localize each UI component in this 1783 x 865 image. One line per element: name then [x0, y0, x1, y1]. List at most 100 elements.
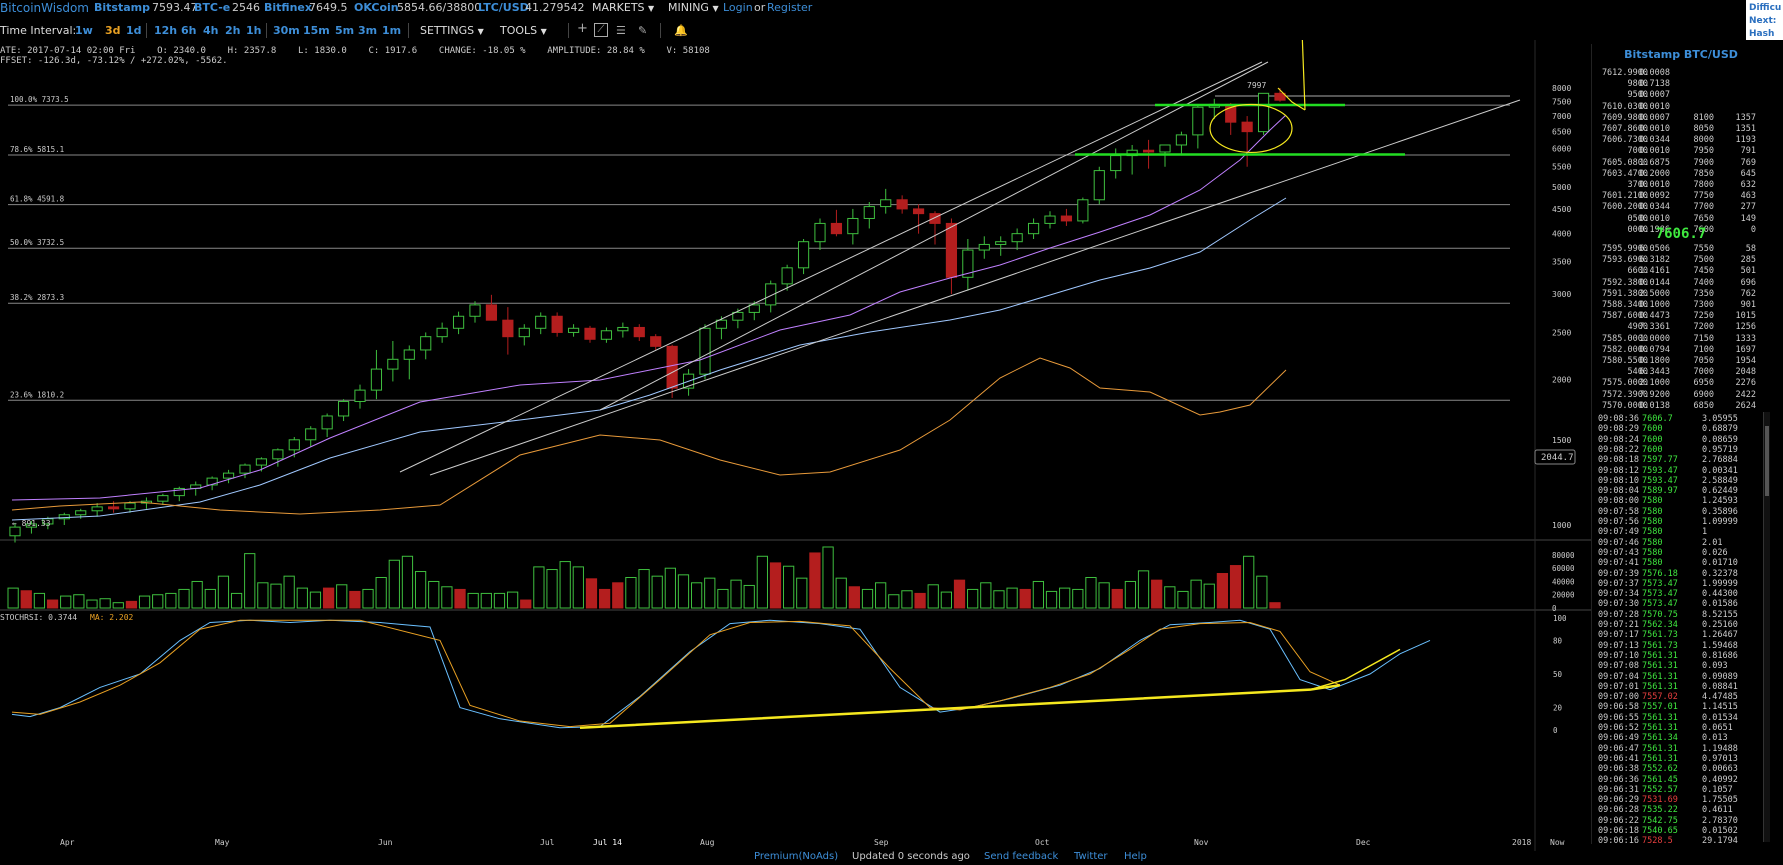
volume-bar [441, 586, 453, 609]
volume-bar [822, 546, 834, 609]
volume-bar [677, 574, 690, 609]
bid-row-cell: 7450 [1693, 266, 1714, 277]
interval-1h[interactable]: 1h [246, 24, 262, 37]
price-chart[interactable]: 1000150020002500300035004000450050005500… [0, 40, 1591, 851]
ask-row-cell: 7850 [1693, 168, 1714, 179]
bid-row-cell: 7300 [1693, 300, 1714, 310]
volume-bar [46, 599, 59, 609]
interval-6h[interactable]: 6h [181, 24, 197, 37]
trade-row-cell: 0.01710 [1702, 558, 1738, 569]
interval-1w[interactable]: 1w [75, 24, 93, 37]
ticker-ltcusd-name[interactable]: LTC/USD [478, 1, 529, 14]
volume-bar [743, 584, 755, 609]
interval-1d[interactable]: 1d [126, 24, 142, 37]
login-link[interactable]: Login [723, 1, 753, 14]
updated-text: Updated 0 seconds ago [852, 851, 970, 862]
stochrsi-tick-label: 100 [1553, 614, 1567, 623]
trade-scrollbar[interactable] [1763, 412, 1770, 842]
ticker-okcoin-name[interactable]: OKCoin [354, 1, 399, 14]
x-axis-label: Jul 14 [593, 838, 622, 847]
site-logo[interactable]: BitcoinWisdom [0, 1, 89, 15]
tools-menu[interactable]: TOOLS ▼ [500, 24, 547, 37]
candle-up [1093, 170, 1105, 201]
bid-row-cell: 2624 [1735, 400, 1756, 411]
ask-row-cell: 7750 [1693, 191, 1714, 202]
ticker-bitfinex-name[interactable]: Bitfinex [264, 1, 312, 14]
interval-2h[interactable]: 2h [225, 24, 241, 37]
y-tick-label: 7500 [1552, 98, 1571, 107]
crosshair-tool-icon[interactable]: + [577, 21, 588, 36]
trade-row-cell: 7561.34 [1642, 733, 1678, 744]
volume-bar [1164, 586, 1176, 609]
interval-15m[interactable]: 15m [303, 24, 330, 37]
brush-tool-icon[interactable]: ✎ [638, 24, 647, 37]
ask-row-cell: 1351 [1735, 124, 1756, 134]
interval-4h[interactable]: 4h [203, 24, 219, 37]
interval-3d[interactable]: 3d [105, 24, 121, 37]
trendline-tool-icon[interactable]: ⟋ [594, 23, 608, 37]
volume-bar [861, 588, 874, 609]
register-link[interactable]: Register [767, 1, 812, 14]
volume-bar [730, 579, 742, 609]
twitter-link[interactable]: Twitter [1074, 851, 1108, 862]
stochrsi-tick-label: 20 [1553, 704, 1563, 713]
interval-30m[interactable]: 30m [273, 24, 300, 37]
interval-3m[interactable]: 3m [358, 24, 377, 37]
candle-up [305, 428, 317, 441]
stochrsi-tick-label: 0 [1553, 726, 1558, 735]
bid-row-cell: 0.1800 [1639, 356, 1670, 366]
volume-bar [336, 584, 348, 609]
trade-row-cell: 0.013 [1702, 733, 1728, 744]
trade-row-cell: 7600 [1642, 434, 1663, 445]
ticker-bitstamp-name[interactable]: Bitstamp [94, 1, 150, 14]
candle-down [633, 326, 645, 338]
trade-row-cell: 7580 [1642, 537, 1663, 548]
candle-up [1192, 106, 1204, 136]
candle-up [748, 304, 760, 313]
low-price-label: ← 891.33 [12, 519, 51, 528]
bid-row-cell: 0.0794 [1639, 344, 1670, 355]
settings-menu[interactable]: SETTINGS ▼ [420, 24, 484, 37]
markets-menu[interactable]: MARKETS ▼ [592, 1, 654, 14]
volume-bar [783, 565, 795, 609]
candle-up [535, 315, 547, 329]
ask-row-cell: 0.0010 [1639, 213, 1670, 224]
premium-link[interactable]: Premium(NoAds) [754, 851, 838, 862]
trade-row-cell: 0.68879 [1702, 424, 1738, 435]
volume-bar [940, 591, 953, 609]
trade-row-cell: 2.76884 [1702, 455, 1738, 466]
footer: Premium(NoAds) Updated 0 seconds ago Sen… [0, 851, 1783, 865]
y-tick-label: 4500 [1552, 205, 1571, 214]
settings-caret-icon: ▼ [477, 27, 484, 36]
interval-5m[interactable]: 5m [335, 24, 354, 37]
trade-row-cell: 0.62449 [1702, 486, 1738, 497]
bid-row-cell: 696 [1740, 277, 1756, 288]
trade-row-cell: 09:06:22 [1598, 815, 1639, 826]
feedback-link[interactable]: Send feedback [984, 851, 1058, 862]
trade-row-cell: 7593.47 [1642, 465, 1678, 476]
scrollbar-thumb[interactable] [1765, 426, 1769, 496]
trade-row-cell: 7573.47 [1642, 578, 1678, 589]
alert-bell-icon[interactable]: 🔔 [674, 24, 688, 37]
trade-row-cell: 0.026 [1702, 547, 1728, 558]
ask-row-cell: 7650 [1693, 213, 1714, 224]
volume-bar [980, 582, 992, 609]
trade-row-cell: 7561.31 [1642, 671, 1678, 682]
toolbar-divider [568, 23, 569, 38]
ask-row-cell: 0.7138 [1639, 79, 1670, 90]
trend-channel-lower [429, 99, 1521, 476]
interval-12h[interactable]: 12h [154, 24, 177, 37]
bid-row-cell: 1697 [1735, 344, 1756, 355]
ticker-btce-name[interactable]: BTC-e [194, 1, 230, 14]
candle-up [1110, 155, 1122, 172]
volume-bar [7, 587, 19, 609]
volume-tick-label: 0 [1552, 604, 1557, 613]
help-link[interactable]: Help [1124, 851, 1147, 862]
trade-row-cell: 7535.22 [1642, 805, 1678, 816]
fibonacci-tool-icon[interactable]: ☰ [616, 24, 626, 37]
interval-1m[interactable]: 1m [382, 24, 401, 37]
mining-menu[interactable]: MINING ▼ [668, 1, 719, 14]
ticker-bitfinex-value: 7649.5 [309, 1, 348, 14]
candle-up [600, 330, 613, 340]
volume-bar [664, 567, 676, 609]
